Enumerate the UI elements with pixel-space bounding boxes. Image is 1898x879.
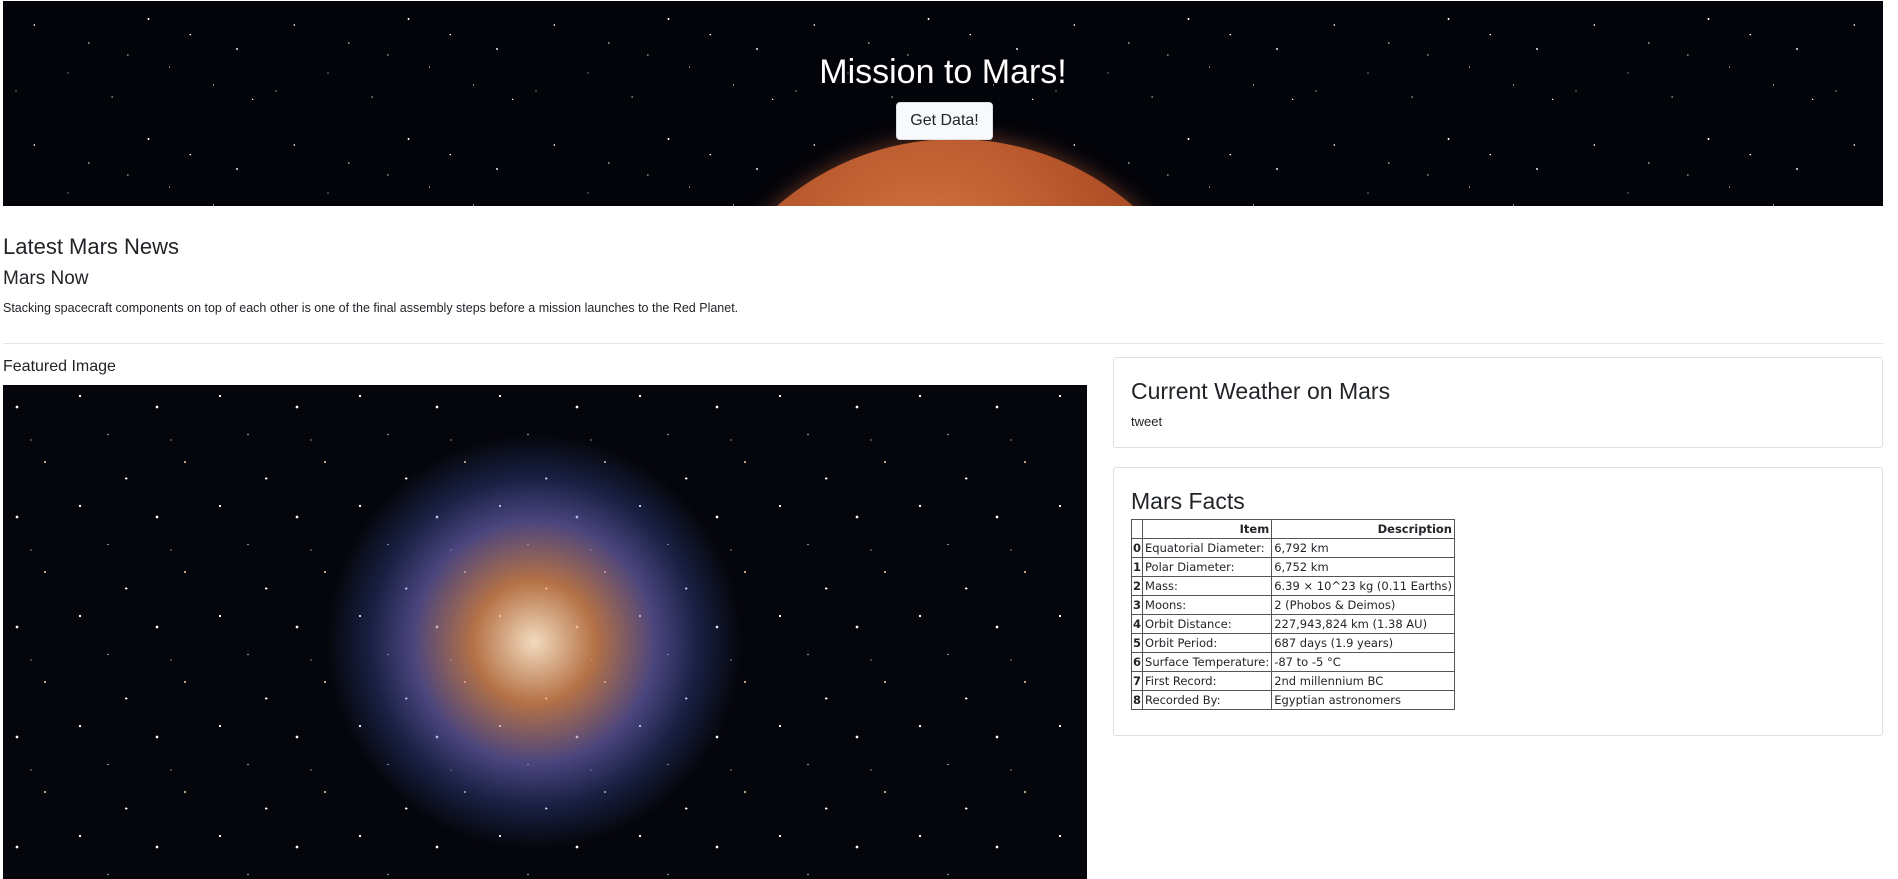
- row-item: Moons:: [1142, 595, 1273, 615]
- table-header-description: Description: [1271, 519, 1455, 539]
- table-row: 0 Equatorial Diameter: 6,792 km: [1130, 538, 1455, 558]
- news-section-heading: Latest Mars News: [3, 234, 180, 259]
- row-index: 8: [1130, 690, 1144, 710]
- table-header-item: Item: [1142, 519, 1273, 539]
- table-header-row: Item Description: [1130, 519, 1455, 539]
- featured-image-heading: Featured Image: [3, 358, 116, 375]
- row-description: 227,943,824 km (1.38 AU): [1271, 614, 1455, 634]
- news-teaser: Stacking spacecraft components on top of…: [3, 301, 739, 315]
- row-item: Recorded By:: [1142, 690, 1273, 710]
- table-row: 4 Orbit Distance: 227,943,824 km (1.38 AU): [1130, 614, 1455, 634]
- mars-planet-image: [685, 139, 1225, 206]
- row-index: 0: [1130, 538, 1144, 558]
- row-item: Polar Diameter:: [1142, 557, 1273, 577]
- table-row: 1 Polar Diameter: 6,752 km: [1130, 557, 1455, 577]
- row-description: Egyptian astronomers: [1271, 690, 1455, 710]
- row-index: 2: [1130, 576, 1144, 596]
- news-title: Mars Now: [3, 268, 89, 289]
- get-data-button[interactable]: Get Data!: [896, 102, 993, 140]
- row-index: 4: [1130, 614, 1144, 634]
- row-item: Surface Temperature:: [1142, 652, 1273, 672]
- table-row: 6 Surface Temperature: -87 to -5 °C: [1130, 652, 1455, 672]
- row-description: 6.39 × 10^23 kg (0.11 Earths): [1271, 576, 1455, 596]
- row-description: -87 to -5 °C: [1271, 652, 1455, 672]
- row-index: 3: [1130, 595, 1144, 615]
- table-row: 3 Moons: 2 (Phobos & Deimos): [1130, 595, 1455, 615]
- row-description: 2nd millennium BC: [1271, 671, 1455, 691]
- table-row: 8 Recorded By: Egyptian astronomers: [1130, 690, 1455, 710]
- row-index: 7: [1130, 671, 1144, 691]
- mars-facts-card: Mars Facts Item Description 0 Equatorial …: [1113, 467, 1883, 736]
- row-item: Mass:: [1142, 576, 1273, 596]
- row-description: 6,752 km: [1271, 557, 1455, 577]
- row-item: Orbit Distance:: [1142, 614, 1273, 634]
- section-divider: [3, 343, 1883, 344]
- hero-banner: Mission to Mars! Get Data!: [3, 1, 1883, 206]
- row-item: Equatorial Diameter:: [1142, 538, 1273, 558]
- row-index: 1: [1130, 557, 1144, 577]
- table-row: 2 Mass: 6.39 × 10^23 kg (0.11 Earths): [1130, 576, 1455, 596]
- table-header-index: [1130, 519, 1144, 539]
- row-item: First Record:: [1142, 671, 1273, 691]
- weather-heading: Current Weather on Mars: [1131, 378, 1391, 404]
- row-index: 5: [1130, 633, 1144, 653]
- mars-facts-table: Item Description 0 Equatorial Diameter: 6,…: [1130, 519, 1455, 710]
- table-row: 7 First Record: 2nd millennium BC: [1130, 671, 1455, 691]
- mars-facts-table-body: 0 Equatorial Diameter: 6,792 km 1 Polar Diam…: [1130, 538, 1455, 710]
- row-index: 6: [1130, 652, 1144, 672]
- row-description: 687 days (1.9 years): [1271, 633, 1455, 653]
- mars-facts-heading: Mars Facts: [1131, 488, 1245, 514]
- table-row: 5 Orbit Period: 687 days (1.9 years): [1130, 633, 1455, 653]
- row-item: Orbit Period:: [1142, 633, 1273, 653]
- weather-card: Current Weather on Mars tweet: [1113, 357, 1883, 448]
- featured-image[interactable]: [3, 385, 1087, 879]
- weather-tweet: tweet: [1131, 414, 1163, 429]
- row-description: 6,792 km: [1271, 538, 1455, 558]
- row-description: 2 (Phobos & Deimos): [1271, 595, 1455, 615]
- page-title: Mission to Mars!: [819, 53, 1067, 91]
